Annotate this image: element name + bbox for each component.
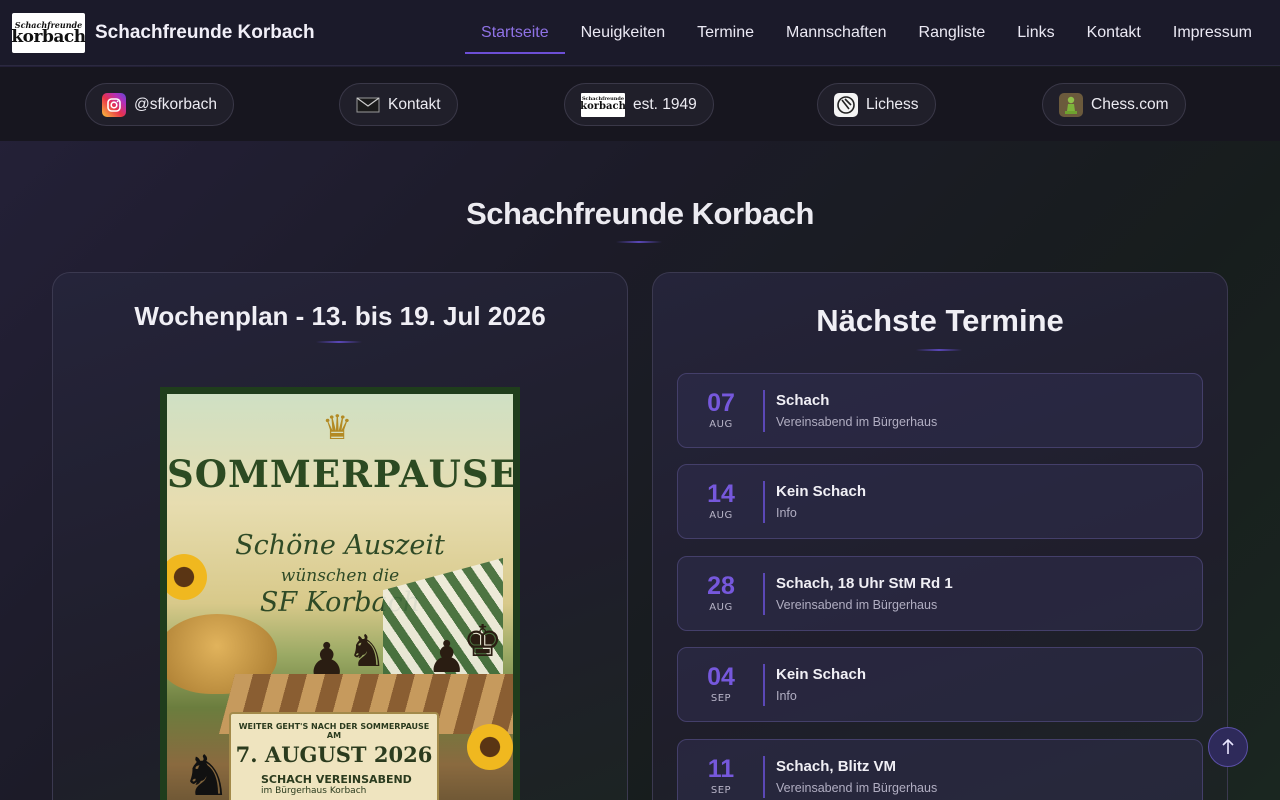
events-title: Nächste Termine bbox=[816, 303, 1064, 338]
event-month: SEP bbox=[710, 693, 732, 704]
brand[interactable]: Schachfreunde korbach Schachfreunde Korb… bbox=[11, 13, 315, 53]
weekplan-underline bbox=[316, 341, 362, 343]
events-underline bbox=[916, 349, 962, 351]
nav-item-rangliste[interactable]: Rangliste bbox=[903, 0, 1002, 66]
established-label: est. 1949 bbox=[633, 95, 697, 113]
instagram-link[interactable]: @sfkorbach bbox=[85, 83, 234, 126]
event-item[interactable]: 14 AUG Kein Schach Info bbox=[677, 464, 1203, 539]
instagram-handle: @sfkorbach bbox=[134, 95, 217, 113]
crown-icon: ♛ bbox=[322, 408, 353, 448]
quick-links-bar: @sfkorbach Kontakt Schachfreunde korbach… bbox=[0, 67, 1280, 141]
lichess-icon bbox=[834, 92, 858, 117]
summer-break-poster[interactable]: ♛ SOMMERPAUSE Schöne Auszeit wünschen di… bbox=[160, 387, 520, 800]
event-title: Kein Schach bbox=[776, 483, 867, 500]
event-day: 07 bbox=[707, 389, 735, 417]
established-link[interactable]: Schachfreunde korbach est. 1949 bbox=[564, 83, 714, 126]
nav-item-mannschaften[interactable]: Mannschaften bbox=[770, 0, 903, 66]
event-title: Kein Schach bbox=[776, 666, 867, 683]
event-subtitle: Info bbox=[776, 506, 797, 520]
scroll-to-top-button[interactable] bbox=[1208, 727, 1248, 767]
lichess-link[interactable]: Lichess bbox=[817, 83, 936, 126]
knight-piece-icon: ♞ bbox=[347, 626, 387, 677]
sunflower-image-2 bbox=[467, 724, 513, 770]
poster-artwork: ♛ SOMMERPAUSE Schöne Auszeit wünschen di… bbox=[167, 394, 513, 800]
poster-headline: SOMMERPAUSE bbox=[167, 452, 513, 496]
main-nav: Startseite Neuigkeiten Termine Mannschaf… bbox=[465, 0, 1268, 66]
nav-item-termine[interactable]: Termine bbox=[681, 0, 770, 66]
instagram-icon bbox=[102, 92, 126, 117]
pawn-icon bbox=[1059, 92, 1083, 117]
pawn-piece-icon-2: ♟ bbox=[427, 632, 467, 683]
event-date: 28 AUG bbox=[678, 557, 764, 630]
weekplan-title: Wochenplan - 13. bis 19. Jul 2026 bbox=[134, 301, 546, 331]
knight-silhouette-icon: ♞ bbox=[181, 744, 232, 800]
event-item[interactable]: 11 SEP Schach, Blitz VM Vereinsabend im … bbox=[677, 739, 1203, 800]
arrow-up-icon bbox=[1222, 738, 1234, 754]
event-month: AUG bbox=[709, 419, 733, 430]
title-underline bbox=[616, 241, 662, 243]
event-month: SEP bbox=[710, 785, 732, 796]
event-divider bbox=[763, 390, 765, 432]
club-logo-icon: Schachfreunde korbach bbox=[580, 92, 626, 117]
event-subtitle: Info bbox=[776, 689, 797, 703]
event-subtitle: Vereinsabend im Bürgerhaus bbox=[776, 598, 938, 612]
event-date: 11 SEP bbox=[678, 740, 764, 800]
pawn-piece-icon: ♟ bbox=[307, 634, 347, 685]
page-title: Schachfreunde Korbach bbox=[466, 196, 814, 231]
banner-line2: AM bbox=[326, 731, 342, 740]
banner-line1: WEITER GEHT'S NACH DER SOMMERPAUSE bbox=[238, 722, 430, 731]
navbar: Schachfreunde korbach Schachfreunde Korb… bbox=[0, 0, 1280, 66]
events-card: Nächste Termine 07 AUG Schach Vereinsabe… bbox=[652, 272, 1228, 800]
event-date: 14 AUG bbox=[678, 465, 764, 538]
contact-label: Kontakt bbox=[388, 95, 441, 113]
lichess-label: Lichess bbox=[866, 95, 919, 113]
nav-item-links[interactable]: Links bbox=[1001, 0, 1070, 66]
chesscom-label: Chess.com bbox=[1091, 95, 1169, 113]
banner-event: SCHACH VEREINSABEND bbox=[261, 773, 412, 786]
site-title[interactable]: Schachfreunde Korbach bbox=[95, 22, 315, 44]
nav-item-neuigkeiten[interactable]: Neuigkeiten bbox=[565, 0, 682, 66]
event-title: Schach, 18 Uhr StM Rd 1 bbox=[776, 575, 953, 592]
event-date: 04 SEP bbox=[678, 648, 764, 721]
poster-banner: WEITER GEHT'S NACH DER SOMMERPAUSE AM 7.… bbox=[229, 712, 439, 800]
nav-item-impressum[interactable]: Impressum bbox=[1157, 0, 1268, 66]
event-date: 07 AUG bbox=[678, 374, 764, 447]
event-day: 28 bbox=[707, 572, 735, 600]
event-day: 11 bbox=[707, 755, 735, 783]
contact-link[interactable]: Kontakt bbox=[339, 83, 458, 126]
poster-line1: Schöne Auszeit bbox=[235, 530, 445, 561]
event-item[interactable]: 04 SEP Kein Schach Info bbox=[677, 647, 1203, 722]
chesscom-link[interactable]: Chess.com bbox=[1042, 83, 1186, 126]
event-title: Schach bbox=[776, 392, 830, 409]
event-month: AUG bbox=[709, 510, 733, 521]
event-title: Schach, Blitz VM bbox=[776, 758, 897, 775]
nav-item-startseite[interactable]: Startseite bbox=[465, 0, 565, 66]
envelope-icon bbox=[356, 93, 380, 117]
event-divider bbox=[763, 756, 765, 798]
club-logo[interactable]: Schachfreunde korbach bbox=[11, 13, 86, 53]
event-divider bbox=[763, 664, 765, 706]
event-divider bbox=[763, 481, 765, 523]
nav-item-kontakt[interactable]: Kontakt bbox=[1071, 0, 1157, 66]
event-subtitle: Vereinsabend im Bürgerhaus bbox=[776, 781, 938, 795]
banner-place: im Bürgerhaus Korbach bbox=[261, 786, 367, 796]
event-day: 14 bbox=[707, 480, 735, 508]
king-piece-icon: ♚ bbox=[463, 616, 503, 667]
event-month: AUG bbox=[709, 602, 733, 613]
event-subtitle: Vereinsabend im Bürgerhaus bbox=[776, 415, 938, 429]
weekplan-card: Wochenplan - 13. bis 19. Jul 2026 ♛ SOMM… bbox=[52, 272, 628, 800]
event-item[interactable]: 07 AUG Schach Vereinsabend im Bürgerhaus bbox=[677, 373, 1203, 448]
banner-date: 7. AUGUST 2026 bbox=[235, 742, 433, 767]
event-item[interactable]: 28 AUG Schach, 18 Uhr StM Rd 1 Vereinsab… bbox=[677, 556, 1203, 631]
logo-line2: korbach bbox=[11, 26, 86, 47]
club-logo-icon-line2: korbach bbox=[580, 101, 626, 112]
event-day: 04 bbox=[707, 663, 735, 691]
event-divider bbox=[763, 573, 765, 615]
